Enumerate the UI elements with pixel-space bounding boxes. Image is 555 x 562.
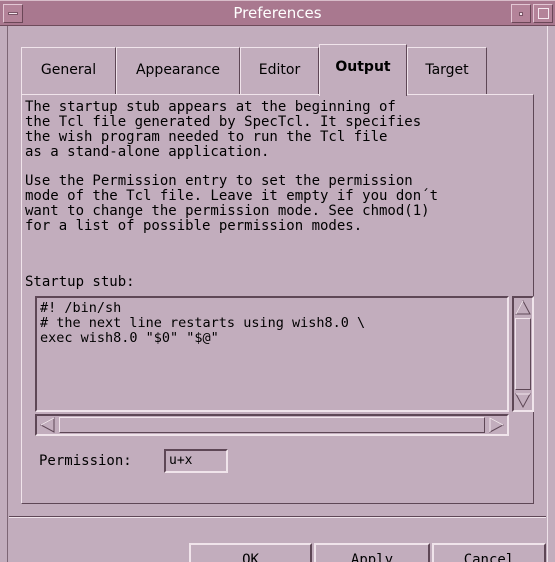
dialog-content: General Appearance Editor Output Target …: [9, 26, 546, 562]
title-bar[interactable]: Preferences: [0, 0, 555, 26]
tab-output[interactable]: Output: [319, 44, 407, 96]
cancel-button[interactable]: Cancel: [432, 543, 546, 562]
tab-editor[interactable]: Editor: [240, 47, 319, 94]
tab-appearance[interactable]: Appearance: [116, 47, 240, 94]
window-title: Preferences: [233, 4, 322, 22]
stub-line: # the next line restarts using wish8.0 \: [40, 315, 366, 331]
minimize-icon[interactable]: [511, 4, 531, 23]
button-separator: [9, 516, 546, 518]
tab-general[interactable]: General: [21, 47, 116, 94]
horizontal-scroll-thumb[interactable]: [59, 417, 485, 433]
tab-target[interactable]: Target: [407, 47, 487, 94]
permission-description: Use the Permission entry to set the perm…: [25, 173, 439, 234]
startup-stub-label: Startup stub:: [25, 274, 135, 290]
stub-line: exec wish8.0 "$0" "$@": [40, 330, 219, 346]
horizontal-scrollbar[interactable]: [35, 414, 509, 436]
scroll-up-arrow-icon[interactable]: [515, 299, 531, 316]
scroll-right-arrow-icon[interactable]: [488, 417, 505, 433]
scroll-left-arrow-icon[interactable]: [39, 417, 56, 433]
preferences-window: Preferences General Appearance Editor Ou…: [0, 0, 555, 562]
permission-label: Permission:: [39, 453, 132, 469]
apply-button[interactable]: Apply: [314, 543, 430, 562]
vertical-scroll-thumb[interactable]: [515, 318, 531, 390]
window-frame-left[interactable]: [0, 26, 8, 562]
permission-input[interactable]: u+x: [164, 449, 228, 473]
startup-stub-description: The startup stub appears at the beginnin…: [25, 99, 422, 160]
scroll-down-arrow-icon[interactable]: [515, 392, 531, 409]
stub-line: #! /bin/sh: [40, 300, 122, 316]
window-frame-right[interactable]: [547, 26, 555, 562]
ok-button[interactable]: OK: [189, 543, 312, 562]
maximize-icon[interactable]: [533, 4, 553, 23]
vertical-scrollbar[interactable]: [512, 296, 534, 412]
startup-stub-textarea[interactable]: #! /bin/sh # the next line restarts usin…: [35, 296, 509, 412]
